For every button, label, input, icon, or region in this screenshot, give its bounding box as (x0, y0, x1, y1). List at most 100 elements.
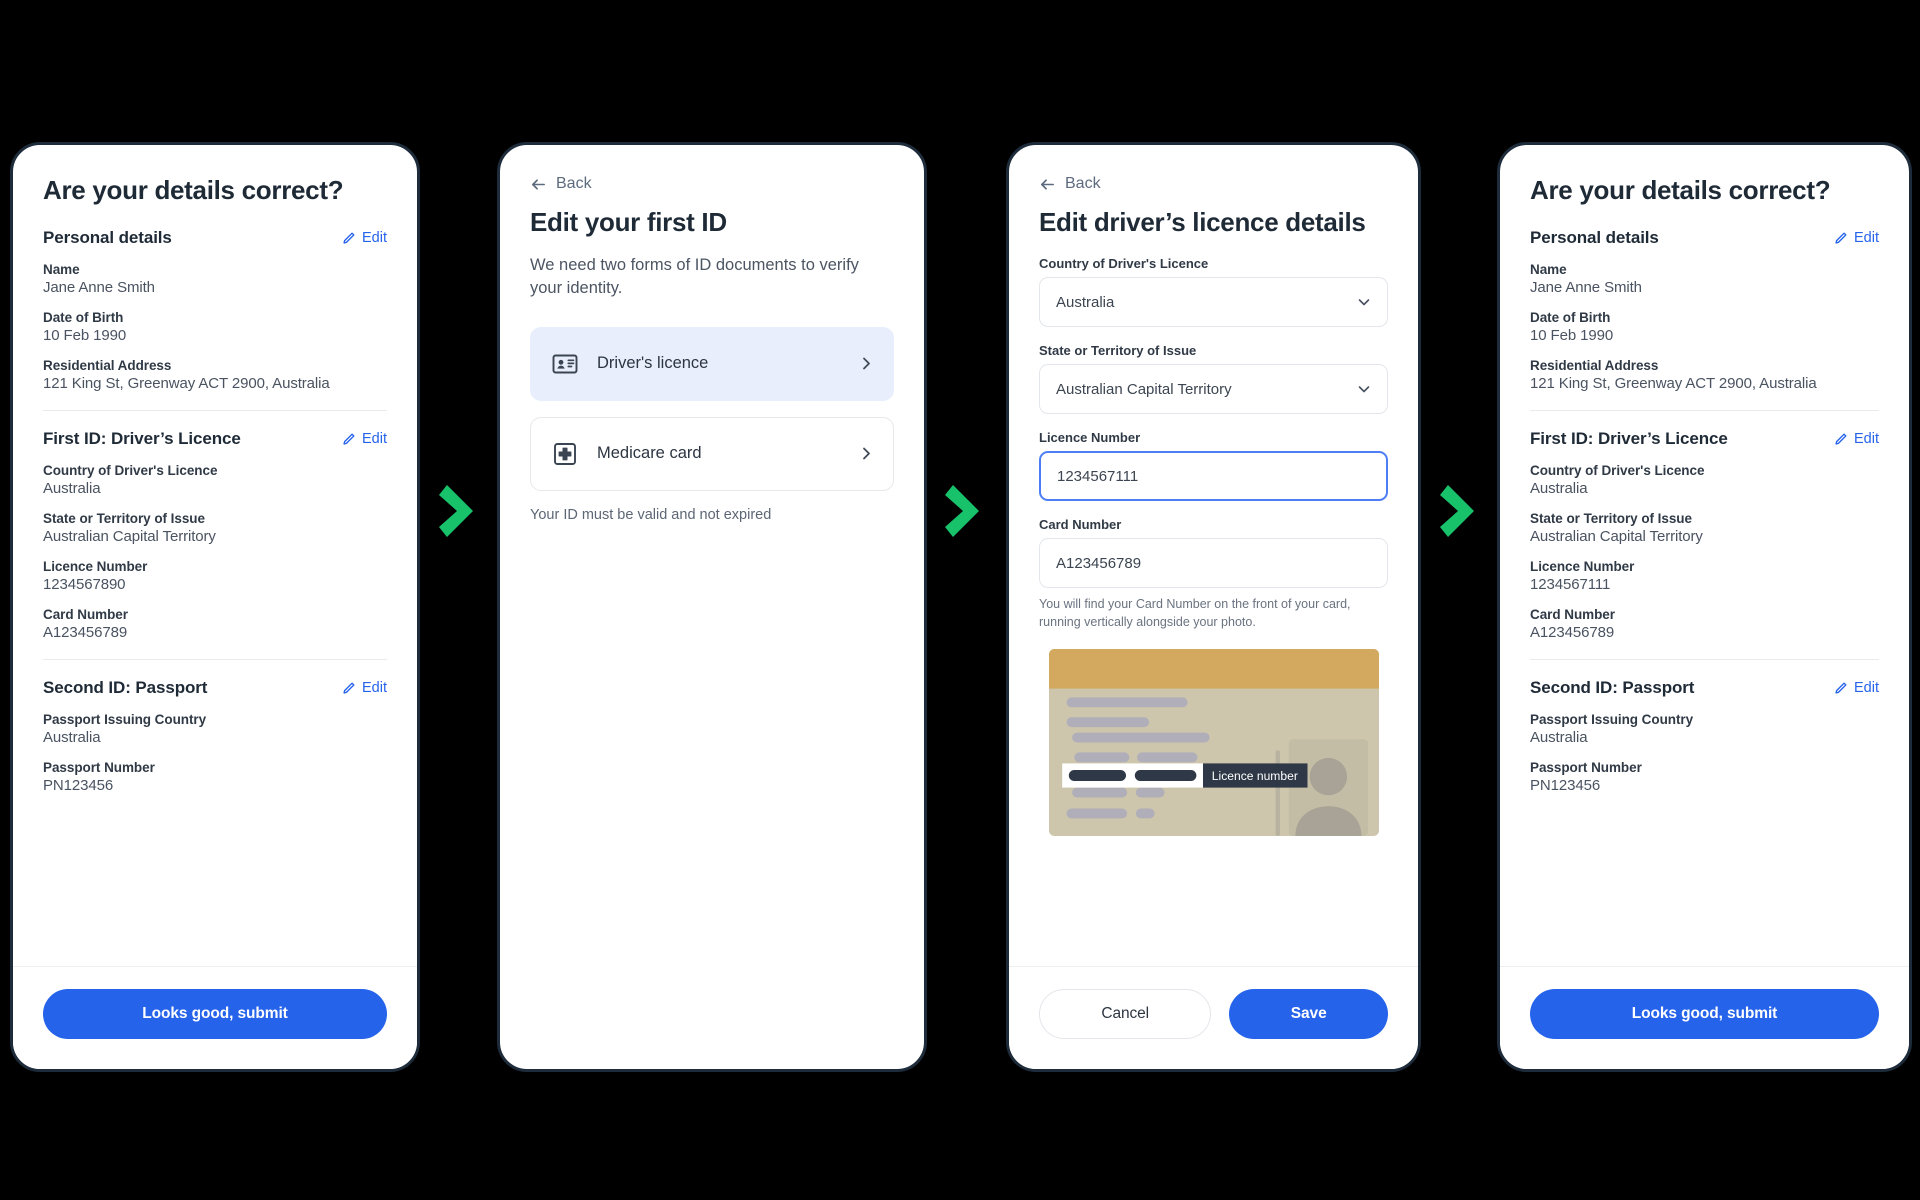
submit-button[interactable]: Looks good, submit (1530, 989, 1879, 1039)
field-date-of-birth: Date of Birth 10 Feb 1990 (1530, 310, 1879, 344)
form-label: Licence Number (1039, 430, 1141, 445)
back-label: Back (1065, 175, 1101, 192)
field-value: 121 King St, Greenway ACT 2900, Australi… (1530, 375, 1817, 392)
field-value: Australian Capital Territory (43, 528, 216, 545)
field-value: Australian Capital Territory (1530, 528, 1703, 545)
back-label: Back (556, 175, 592, 192)
edit-personal-details-button[interactable]: Edit (1834, 230, 1879, 246)
field-value: A123456789 (43, 624, 128, 641)
field-value: PN123456 (43, 777, 114, 794)
phone-panel-review-before: Are your details correct? Personal detai… (10, 142, 420, 1072)
page-title: Edit driver’s licence details (1039, 207, 1366, 237)
field-value: PN123456 (1530, 777, 1601, 794)
section-header-first-id: First ID: Driver’s Licence Edit (1530, 429, 1879, 449)
edit-label: Edit (362, 431, 387, 447)
form-group-country: Country of Driver's Licence Australia (1039, 256, 1388, 327)
card-number-input[interactable]: A123456789 (1039, 538, 1388, 588)
field-label: Passport Issuing Country (1530, 712, 1694, 727)
edit-personal-details-button[interactable]: Edit (342, 230, 387, 246)
field-value: Australia (1530, 729, 1588, 746)
field-label: Residential Address (1530, 358, 1659, 373)
edit-first-id-button[interactable]: Edit (1834, 431, 1879, 447)
page-title: Edit your first ID (530, 207, 727, 237)
edit-first-id-button[interactable]: Edit (342, 431, 387, 447)
field-value: 10 Feb 1990 (43, 327, 127, 344)
state-select-value: Australian Capital Territory (1056, 380, 1232, 398)
medical-cross-icon (551, 440, 579, 468)
drivers-licence-card-illustration: Licence number (1048, 649, 1379, 837)
card-number-hint: You will find your Card Number on the fr… (1039, 597, 1351, 630)
page-title: Are your details correct? (1530, 175, 1831, 205)
field-value: 1234567890 (43, 576, 126, 593)
card-number-value: A123456789 (1056, 554, 1142, 572)
field-name: Name Jane Anne Smith (1530, 262, 1879, 296)
field-label: Country of Driver's Licence (1530, 463, 1705, 478)
field-label: Residential Address (43, 358, 172, 373)
pencil-icon (1834, 681, 1848, 695)
field-passport-number: Passport Number PN123456 (1530, 760, 1879, 794)
form-group-card-number: Card Number A123456789 You will find you… (1039, 517, 1388, 631)
field-card-number: Card Number A123456789 (1530, 607, 1879, 641)
country-select[interactable]: Australia (1039, 277, 1388, 327)
option-drivers-licence[interactable]: Driver's licence (530, 326, 894, 401)
field-label: Passport Number (43, 760, 155, 775)
divider (1530, 659, 1879, 660)
save-button[interactable]: Save (1229, 989, 1388, 1039)
phone-panel-edit-licence-details: Back Edit driver’s licence details Count… (1006, 142, 1421, 1072)
licence-number-input[interactable]: 1234567111 (1039, 451, 1388, 501)
id-card-icon (551, 350, 579, 378)
section-header-second-id: Second ID: Passport Edit (43, 678, 387, 698)
chevron-right-arrow-icon (945, 485, 979, 537)
field-label: Licence Number (43, 559, 148, 574)
section-header-first-id: First ID: Driver’s Licence Edit (43, 429, 387, 449)
page-description: We need two forms of ID documents to ver… (530, 256, 859, 298)
panel-4-footer: Looks good, submit (1500, 966, 1909, 1069)
flow-arrow-2 (943, 479, 989, 543)
edit-second-id-button[interactable]: Edit (1834, 680, 1879, 696)
field-label: State or Territory of Issue (43, 511, 205, 526)
panel-4-body: Are your details correct? Personal detai… (1500, 145, 1909, 966)
field-label: Country of Driver's Licence (43, 463, 218, 478)
panel-3-footer: Cancel Save (1009, 966, 1418, 1069)
panel-1-footer: Looks good, submit (13, 966, 417, 1069)
field-date-of-birth: Date of Birth 10 Feb 1990 (43, 310, 387, 344)
back-button[interactable]: Back (1039, 175, 1388, 193)
pencil-icon (1834, 432, 1848, 446)
field-value: 1234567111 (1530, 576, 1611, 593)
form-label: Card Number (1039, 517, 1122, 532)
section-header-personal-details: Personal details Edit (1530, 228, 1879, 248)
field-value: Australia (43, 480, 101, 497)
id-validity-note: Your ID must be valid and not expired (530, 506, 772, 523)
submit-button[interactable]: Looks good, submit (43, 989, 387, 1039)
field-name: Name Jane Anne Smith (43, 262, 387, 296)
divider (1530, 410, 1879, 411)
field-label: State or Territory of Issue (1530, 511, 1692, 526)
field-value: Australia (43, 729, 101, 746)
section-title: Personal details (1530, 228, 1659, 247)
edit-second-id-button[interactable]: Edit (342, 680, 387, 696)
form-label: State or Territory of Issue (1039, 343, 1197, 358)
section-header-second-id: Second ID: Passport Edit (1530, 678, 1879, 698)
chevron-down-icon (1357, 295, 1371, 309)
option-medicare-card[interactable]: Medicare card (530, 416, 894, 491)
field-licence-number: Licence Number 1234567111 (1530, 559, 1879, 593)
form-group-licence-number: Licence Number 1234567111 (1039, 430, 1388, 501)
edit-label: Edit (362, 230, 387, 246)
pencil-icon (342, 432, 356, 446)
country-select-value: Australia (1056, 293, 1115, 311)
field-value: 121 King St, Greenway ACT 2900, Australi… (43, 375, 330, 392)
field-state-of-issue: State or Territory of Issue Australian C… (43, 511, 387, 545)
edit-label: Edit (1854, 680, 1879, 696)
flow-arrow-1 (437, 479, 483, 543)
field-residential-address: Residential Address 121 King St, Greenwa… (1530, 358, 1879, 392)
option-label: Medicare card (597, 444, 702, 463)
state-select[interactable]: Australian Capital Territory (1039, 364, 1388, 414)
back-button[interactable]: Back (530, 175, 894, 193)
section-title: Second ID: Passport (43, 678, 208, 697)
edit-label: Edit (1854, 431, 1879, 447)
cancel-button[interactable]: Cancel (1039, 989, 1212, 1039)
edit-label: Edit (362, 680, 387, 696)
callout-label: Licence number (1211, 769, 1297, 783)
option-label: Driver's licence (597, 354, 709, 373)
field-label: Name (43, 262, 80, 277)
